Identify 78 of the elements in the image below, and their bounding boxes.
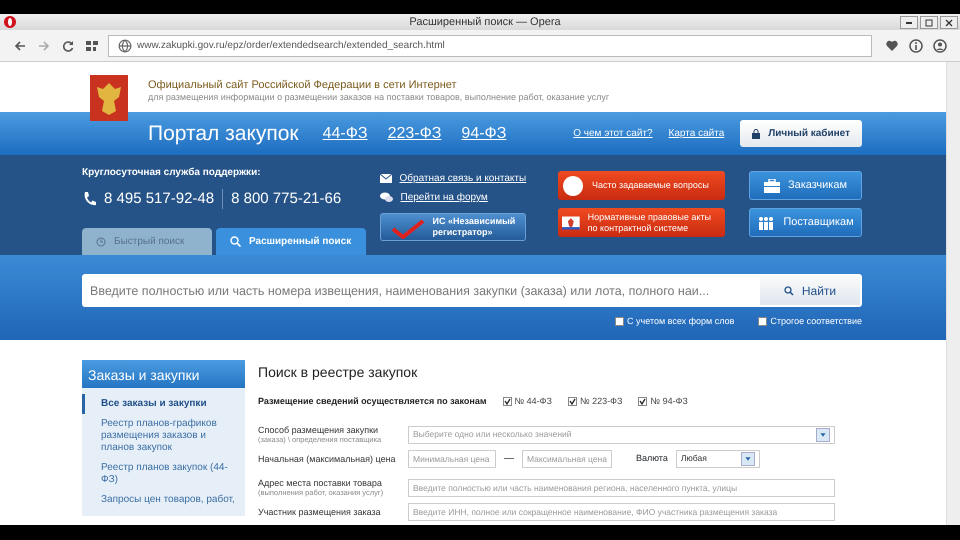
search-option-checkbox[interactable]: Строгое соответствие	[758, 315, 862, 328]
field-label: Способ размещения закупки	[258, 424, 378, 434]
check-icon	[639, 398, 646, 406]
law-checkbox[interactable]: № 223-ФЗ	[568, 395, 622, 408]
checkmark-icon	[390, 219, 424, 239]
portal-title[interactable]: Портал закупок	[148, 118, 299, 150]
opera-logo-icon	[4, 16, 16, 28]
search-field[interactable]: Введите полностью или часть номера извещения, наименования закупки (заказа) или лота, полного наи...	[82, 274, 758, 307]
currency-select[interactable]: Любая	[676, 450, 760, 468]
site-subtitle: для размещения информации о размещении заказов на поставки товаров, выполнение работ, оказание услуг	[148, 92, 610, 103]
sidebar-item[interactable]: Реестр планов-графиков размещения заказов и планов закупок	[82, 414, 245, 458]
envelope-icon	[380, 174, 392, 183]
reload-icon[interactable]	[61, 38, 75, 52]
suppliers-button[interactable]: Поставщикам	[749, 208, 862, 237]
law-link[interactable]: 94-ФЗ	[461, 122, 506, 146]
search-option-checkbox[interactable]: С учетом всех форм слов	[615, 315, 734, 328]
scrollbar[interactable]	[946, 62, 960, 525]
site-tagline: Официальный сайт Российской Федерации в сети Интернет	[148, 79, 458, 92]
law-checkbox[interactable]: № 94-ФЗ	[638, 395, 688, 408]
address-text: www.zakupki.gov.ru/epz/order/extendedsearch/extended_search.html	[137, 39, 445, 53]
grid-icon[interactable]	[85, 38, 99, 52]
maximize-button[interactable]	[920, 16, 938, 29]
sidebar-item[interactable]: Запросы цен товаров, работ,	[82, 490, 245, 510]
nav-link[interactable]: Карта сайта	[668, 126, 724, 141]
check-icon	[504, 398, 511, 406]
select-field[interactable]: Выберите одно или несколько значений	[408, 426, 835, 444]
law-link[interactable]: 223-ФЗ	[388, 122, 442, 146]
forum-link[interactable]: Перейти на форум	[380, 190, 558, 205]
globe-icon	[118, 38, 132, 52]
search-tab[interactable]: Расширенный поиск	[216, 228, 366, 255]
briefcase-icon	[764, 178, 780, 192]
support-label: Круглосуточная служба поддержки:	[82, 166, 262, 180]
field-label: Адрес места поставки товара	[258, 478, 382, 488]
check-icon	[568, 398, 576, 406]
back-icon[interactable]	[13, 38, 27, 52]
user-icon[interactable]	[933, 38, 947, 52]
close-button[interactable]	[940, 16, 958, 29]
currency-label: Валюта	[636, 452, 668, 465]
nav-link[interactable]: О чем этот сайт?	[573, 126, 653, 141]
registrar-button[interactable]: ИС «Независимый регистратор»	[380, 213, 526, 241]
sidebar-item[interactable]: Реестр планов закупок (44-ФЗ)	[82, 458, 245, 490]
law-checkbox[interactable]: № 44-ФЗ	[502, 395, 552, 408]
zoom-icon	[230, 236, 241, 247]
sidebar-title: Заказы и закупки	[82, 360, 245, 388]
search-button[interactable]: Найти	[758, 274, 862, 307]
feedback-link[interactable]: Обратная связь и контакты	[380, 171, 558, 186]
min-price-field[interactable]: Минимальная цена	[408, 450, 496, 468]
coat-of-arms-drawing	[90, 75, 128, 121]
field-label: Начальная (максимальная) цена	[258, 454, 396, 464]
phone-number: 8 495 517-92-48	[104, 189, 214, 209]
info-icon[interactable]	[909, 38, 923, 52]
window-title: Расширенный поиск — Opera	[408, 14, 562, 30]
section-title: Поиск в реестре закупок	[258, 363, 418, 382]
close-icon	[945, 18, 953, 26]
text-field[interactable]: Введите полностью или часть наименования региона, населенного пункта, улицы	[408, 478, 835, 496]
field-label: Участник размещения заказа	[258, 506, 381, 516]
dash: —	[504, 452, 514, 466]
heart-icon[interactable]	[885, 38, 899, 52]
phone-number: 8 800 775-21-66	[231, 189, 342, 209]
search-icon	[784, 286, 794, 296]
laws-label: Размещение сведений осуществляется по законам	[258, 395, 487, 408]
customers-button[interactable]: Заказчикам	[749, 171, 862, 200]
people-icon	[757, 216, 776, 230]
sidebar-item[interactable]: Все заказы и закупки	[82, 394, 245, 414]
speech-bubbles-icon	[380, 192, 392, 203]
law-link[interactable]: 44-ФЗ	[322, 122, 368, 146]
lock-icon	[752, 128, 760, 138]
clock-icon	[96, 236, 106, 246]
address-field[interactable]: www.zakupki.gov.ru/epz/order/extendedsearch/extended_search.html	[108, 34, 872, 56]
minimize-button[interactable]	[900, 16, 918, 29]
max-price-field[interactable]: Максимальная цена	[522, 450, 612, 468]
regulations-button[interactable]: Нормативные правовые акты по контрактной системе	[558, 208, 725, 237]
text-field[interactable]: Введите ИНН, полное или сокращенное наименование, ФИО участника размещения заказа	[408, 502, 835, 520]
account-button[interactable]: Личный кабинет	[740, 120, 862, 147]
maximize-icon	[925, 18, 933, 26]
faq-button[interactable]: Часто задаваемые вопросы	[558, 171, 725, 200]
minimize-icon	[906, 22, 912, 24]
phone-icon	[82, 191, 96, 208]
